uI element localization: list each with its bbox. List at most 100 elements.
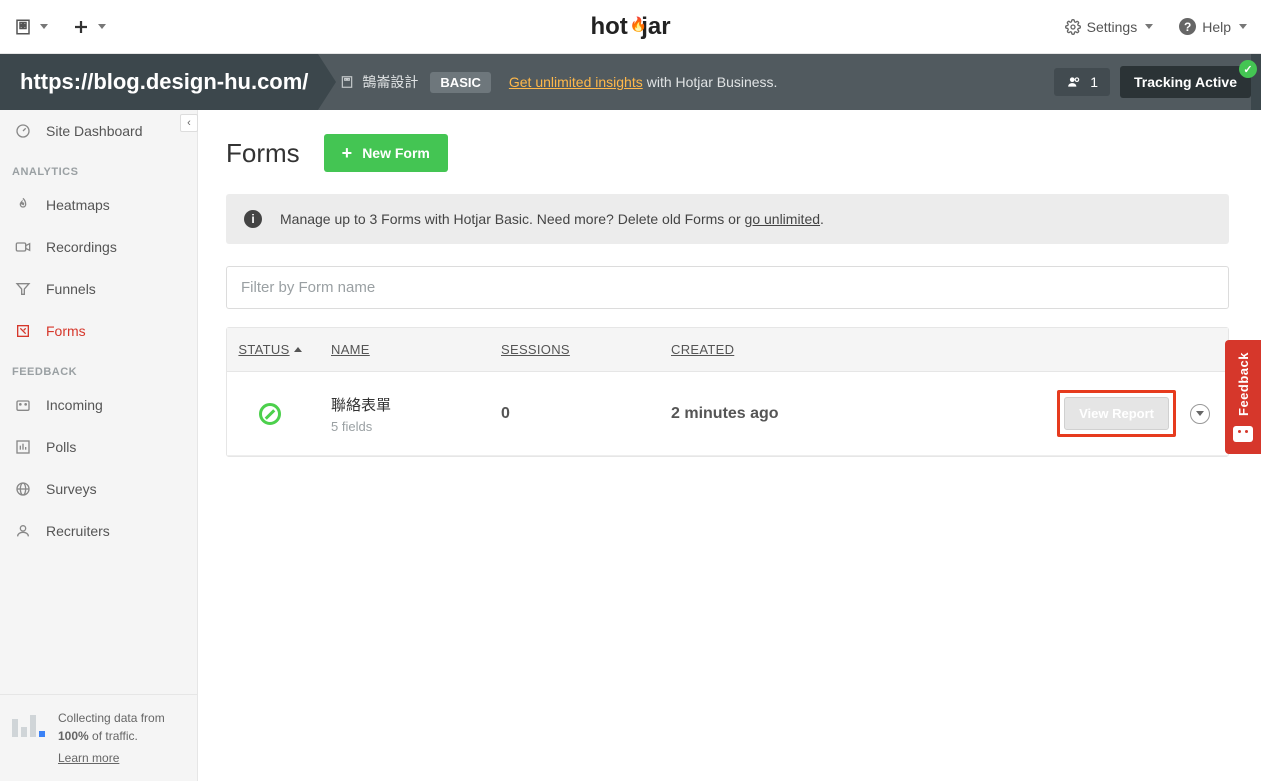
col-actions (899, 328, 1228, 371)
flame-icon: 🔥 (630, 16, 647, 33)
sidebar-item-forms[interactable]: Forms (0, 310, 197, 352)
sidebar-item-recruiters[interactable]: Recruiters (0, 510, 197, 552)
users-icon (1066, 75, 1082, 89)
chevron-down-icon (40, 24, 48, 29)
plan-notice: i Manage up to 3 Forms with Hotjar Basic… (226, 194, 1229, 244)
traffic-bars-icon (12, 709, 46, 737)
learn-more-link[interactable]: Learn more (58, 749, 119, 767)
row-sessions: 0 (483, 372, 653, 455)
chevron-down-icon (1145, 24, 1153, 29)
person-icon (14, 522, 32, 540)
sidebar-item-label: Surveys (46, 481, 97, 497)
chevron-down-icon (1196, 411, 1204, 416)
table-body: 聯絡表單 5 fields 0 2 minutes ago View Repor… (227, 372, 1228, 456)
sidebar-section-analytics: ANALYTICS (0, 152, 197, 184)
users-count-box[interactable]: 1 (1054, 68, 1110, 96)
sidebar-item-label: Site Dashboard (46, 123, 143, 139)
smiley-icon (1233, 426, 1253, 442)
site-name-text: 鵠崙設計 (362, 72, 418, 92)
notice-text: Manage up to 3 Forms with Hotjar Basic. … (280, 211, 824, 227)
funnel-icon (14, 280, 32, 298)
sidebar-item-label: Recruiters (46, 523, 110, 539)
building-icon (340, 75, 354, 89)
globe-icon (14, 480, 32, 498)
plus-icon: + (342, 144, 353, 162)
sidebar-item-recordings[interactable]: Recordings (0, 226, 197, 268)
tracking-label: Tracking Active (1134, 74, 1237, 90)
traffic-line2: of traffic. (89, 729, 138, 743)
filter-input[interactable] (226, 266, 1229, 309)
sidebar-footer: Collecting data from 100% of traffic. Le… (0, 694, 197, 781)
page-header: Forms + New Form (226, 134, 1229, 172)
form-name: 聯絡表單 (331, 394, 391, 415)
sidebar-item-label: Polls (46, 439, 76, 455)
table-header: STATUS NAME SESSIONS CREATED (227, 328, 1228, 372)
chevron-down-icon (98, 24, 106, 29)
col-status-label: STATUS (238, 342, 289, 357)
site-strip-right: 1 Tracking Active ✓ (1054, 66, 1251, 98)
sidebar: ‹ Site Dashboard ANALYTICS Heatmaps Reco… (0, 110, 198, 781)
sidebar-section-feedback: FEEDBACK (0, 352, 197, 384)
table-row: 聯絡表單 5 fields 0 2 minutes ago View Repor… (227, 372, 1228, 456)
notice-prefix: Manage up to 3 Forms with Hotjar Basic. … (280, 211, 745, 227)
sidebar-item-heatmaps[interactable]: Heatmaps (0, 184, 197, 226)
page-title: Forms (226, 138, 300, 169)
forms-table: STATUS NAME SESSIONS CREATED 聯絡表單 5 fiel… (226, 327, 1229, 457)
unlimited-link[interactable]: Get unlimited insights (509, 74, 643, 90)
chevron-down-icon (1239, 24, 1247, 29)
sidebar-item-surveys[interactable]: Surveys (0, 468, 197, 510)
org-switcher[interactable] (14, 18, 48, 36)
sidebar-item-label: Funnels (46, 281, 96, 297)
sidebar-item-incoming[interactable]: Incoming (0, 384, 197, 426)
add-menu[interactable] (72, 18, 106, 36)
check-icon: ✓ (1239, 60, 1257, 78)
col-sessions[interactable]: SESSIONS (483, 328, 653, 371)
col-status[interactable]: STATUS (227, 328, 313, 371)
feedback-tab[interactable]: Feedback (1225, 340, 1261, 454)
traffic-text: Collecting data from 100% of traffic. Le… (58, 709, 165, 767)
content: Forms + New Form i Manage up to 3 Forms … (198, 110, 1261, 781)
site-url[interactable]: https://blog.design-hu.com/ (10, 69, 318, 95)
breadcrumb-arrow (318, 54, 336, 110)
feedback-label: Feedback (1236, 352, 1251, 416)
highlight-annotation: View Report (1057, 390, 1176, 437)
inactive-icon (259, 403, 281, 425)
row-actions: View Report (899, 372, 1228, 455)
row-name: 聯絡表單 5 fields (313, 372, 483, 455)
video-icon (14, 238, 32, 256)
hotjar-logo[interactable]: hot🔥jar (590, 13, 670, 41)
plus-icon (72, 18, 90, 36)
topbar-left (14, 18, 106, 36)
settings-menu[interactable]: Settings (1065, 19, 1154, 35)
tracking-status[interactable]: Tracking Active ✓ (1120, 66, 1251, 98)
form-subtitle: 5 fields (331, 419, 372, 434)
col-created[interactable]: CREATED (653, 328, 899, 371)
help-icon: ? (1179, 18, 1196, 35)
view-report-button[interactable]: View Report (1064, 397, 1169, 430)
plan-badge: BASIC (430, 72, 490, 93)
sidebar-item-funnels[interactable]: Funnels (0, 268, 197, 310)
traffic-line1: Collecting data from (58, 711, 165, 725)
sidebar-collapse-button[interactable]: ‹ (180, 114, 198, 132)
go-unlimited-link[interactable]: go unlimited (745, 211, 821, 227)
sidebar-item-label: Heatmaps (46, 197, 110, 213)
help-menu[interactable]: ? Help (1179, 18, 1247, 35)
help-label: Help (1202, 19, 1231, 35)
inbox-icon (14, 396, 32, 414)
new-form-label: New Form (362, 145, 430, 161)
users-count: 1 (1090, 74, 1098, 90)
main: ‹ Site Dashboard ANALYTICS Heatmaps Reco… (0, 110, 1261, 781)
row-created: 2 minutes ago (653, 372, 899, 455)
topbar: hot🔥jar Settings ? Help (0, 0, 1261, 54)
site-strip: https://blog.design-hu.com/ 鵠崙設計 BASIC G… (0, 54, 1261, 110)
new-form-button[interactable]: + New Form (324, 134, 448, 172)
flame-icon (14, 196, 32, 214)
col-name[interactable]: NAME (313, 328, 483, 371)
sidebar-item-polls[interactable]: Polls (0, 426, 197, 468)
unlimited-suffix: with Hotjar Business. (647, 74, 778, 90)
bars-icon (14, 438, 32, 456)
sidebar-item-dashboard[interactable]: Site Dashboard (0, 110, 197, 152)
form-icon (14, 322, 32, 340)
sidebar-item-label: Incoming (46, 397, 103, 413)
row-menu-button[interactable] (1190, 404, 1210, 424)
